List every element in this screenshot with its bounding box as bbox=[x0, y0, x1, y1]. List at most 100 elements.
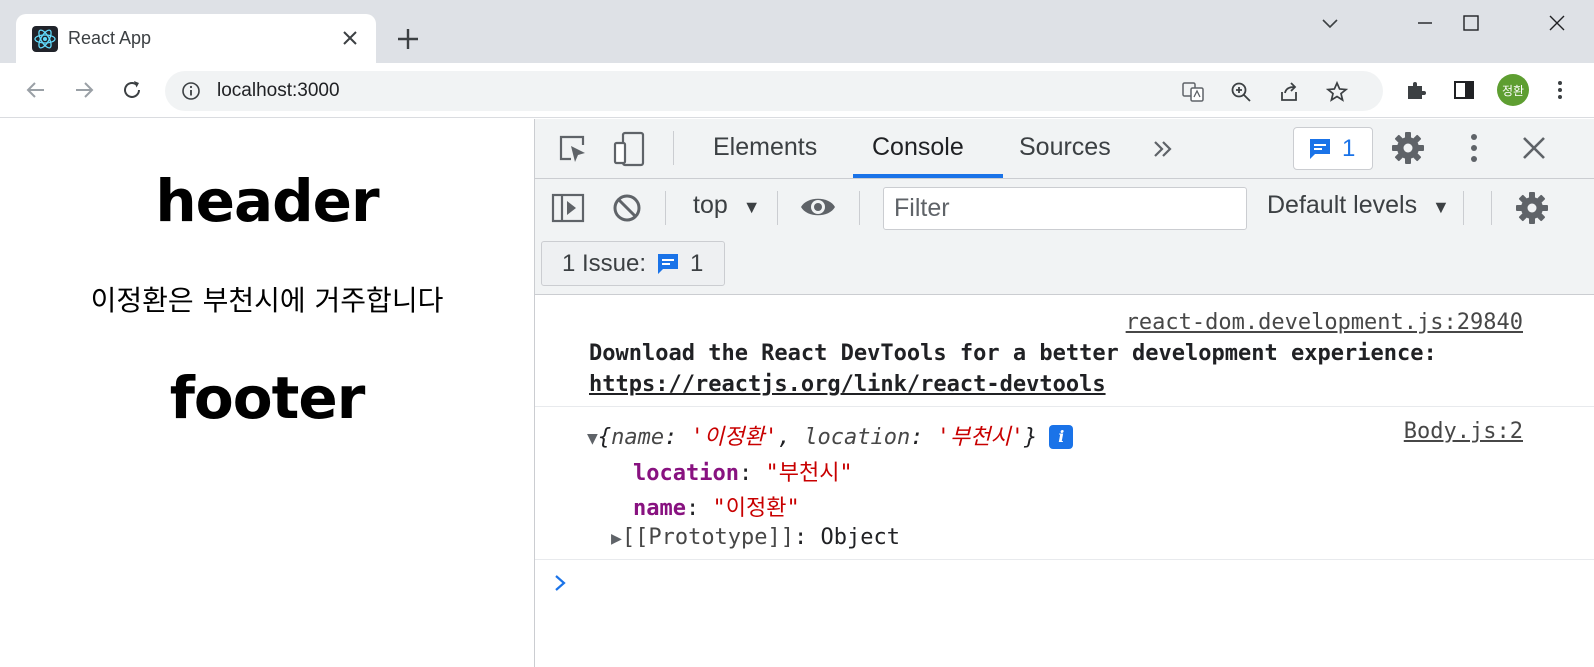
filter-input[interactable] bbox=[883, 187, 1247, 230]
arrow-left-icon bbox=[26, 82, 44, 98]
side-panel-button[interactable] bbox=[1450, 76, 1478, 104]
issues-counter-button[interactable]: 1 bbox=[1293, 127, 1373, 170]
translate-icon[interactable] bbox=[1181, 80, 1205, 104]
log-levels-dropdown[interactable]: Default levels ▼ bbox=[1267, 191, 1450, 220]
tab-elements[interactable]: Elements bbox=[713, 133, 817, 162]
new-tab-icon[interactable] bbox=[394, 25, 422, 53]
source-link[interactable]: Body.js:2 bbox=[1404, 419, 1523, 444]
console-toolbar: top ▼ Default levels ▼ bbox=[535, 179, 1594, 237]
console-prompt-icon[interactable] bbox=[551, 571, 571, 595]
dropdown-arrow-icon: ▼ bbox=[742, 197, 761, 217]
object-summary[interactable]: ▼{name: '이정환', location: '부천시'} i bbox=[587, 419, 1074, 451]
address-bar[interactable]: localhost:3000 bbox=[165, 71, 1383, 111]
colon: : bbox=[738, 461, 766, 486]
minimize-button[interactable] bbox=[1402, 8, 1448, 38]
source-link[interactable]: react-dom.development.js:29840 bbox=[1126, 310, 1523, 335]
tab-sources[interactable]: Sources bbox=[1019, 133, 1111, 162]
console-output: react-dom.development.js:29840 Download … bbox=[535, 296, 1594, 667]
close-devtools-icon[interactable] bbox=[1519, 133, 1549, 163]
arrow-right-icon bbox=[76, 82, 94, 98]
separator bbox=[673, 131, 674, 165]
brace: } bbox=[1023, 425, 1038, 450]
side-panel-icon bbox=[1454, 81, 1474, 99]
message-icon bbox=[658, 253, 679, 274]
react-logo-icon bbox=[32, 25, 58, 52]
profile-avatar[interactable]: 정환 bbox=[1497, 74, 1529, 106]
page-header: header bbox=[155, 167, 379, 235]
maximize-icon bbox=[1463, 15, 1479, 31]
reload-icon bbox=[124, 81, 140, 98]
property-key: location bbox=[633, 461, 739, 486]
close-tab-icon[interactable] bbox=[338, 26, 362, 50]
kebab-menu-icon bbox=[1558, 81, 1562, 99]
message-icon bbox=[1310, 138, 1330, 159]
property-key: name bbox=[633, 496, 686, 521]
issues-button[interactable]: 1 Issue: 1 bbox=[541, 241, 725, 286]
object-property: name: "이정환" bbox=[633, 490, 800, 522]
puzzle-icon bbox=[1408, 82, 1426, 99]
summary-value: '이정환' bbox=[690, 425, 778, 450]
back-button[interactable] bbox=[22, 76, 50, 104]
tab-title: React App bbox=[68, 28, 152, 48]
devtools-tab-bar: Elements Console Sources 1 bbox=[535, 119, 1594, 179]
summary-key: name bbox=[611, 425, 665, 450]
tab-console[interactable]: Console bbox=[872, 133, 964, 162]
context-selector[interactable]: top ▼ bbox=[693, 191, 761, 220]
browser-tab[interactable]: React App bbox=[16, 14, 376, 63]
devtools-menu-icon[interactable] bbox=[1457, 131, 1491, 165]
browser-toolbar: localhost:3000 정환 bbox=[0, 63, 1594, 118]
summary-key: location bbox=[804, 425, 911, 450]
page-footer: footer bbox=[169, 364, 366, 432]
reload-button[interactable] bbox=[118, 76, 146, 104]
active-tab-indicator bbox=[853, 174, 1003, 178]
colon: : bbox=[910, 425, 937, 450]
separator bbox=[1491, 191, 1492, 225]
info-icon[interactable] bbox=[181, 81, 201, 101]
more-tabs-icon[interactable] bbox=[1151, 137, 1175, 161]
separator bbox=[665, 191, 666, 225]
issues-label: 1 Issue: bbox=[562, 249, 647, 277]
minimize-icon bbox=[1418, 22, 1432, 24]
colon: : bbox=[794, 525, 821, 550]
maximize-button[interactable] bbox=[1448, 8, 1494, 38]
expand-triangle-icon[interactable]: ▶ bbox=[611, 528, 622, 549]
info-icon[interactable]: i bbox=[1049, 425, 1074, 449]
comma: , bbox=[777, 425, 805, 450]
forward-button[interactable] bbox=[70, 76, 98, 104]
page-viewport: header 이정환은 부천시에 거주합니다 footer bbox=[0, 119, 534, 667]
bookmark-star-icon[interactable] bbox=[1325, 80, 1349, 104]
eye-icon[interactable] bbox=[799, 193, 837, 221]
tab-search-button[interactable] bbox=[1307, 8, 1353, 38]
chevron-down-icon bbox=[1322, 19, 1338, 29]
console-settings-gear-icon[interactable] bbox=[1515, 191, 1549, 225]
separator bbox=[777, 191, 778, 225]
tab-strip: React App bbox=[0, 0, 1594, 63]
prototype-row[interactable]: ▶[[Prototype]]: Object bbox=[611, 525, 900, 550]
close-window-button[interactable] bbox=[1534, 8, 1580, 38]
summary-value: '부천시' bbox=[936, 425, 1024, 450]
page-body-text: 이정환은 부천시에 거주합니다 bbox=[90, 284, 444, 317]
clear-console-icon[interactable] bbox=[611, 192, 643, 224]
browser-menu-button[interactable] bbox=[1546, 76, 1574, 104]
zoom-icon[interactable] bbox=[1229, 80, 1253, 104]
extensions-button[interactable] bbox=[1402, 76, 1430, 104]
issues-bar: 1 Issue: 1 bbox=[535, 237, 1594, 295]
prototype-value: Object bbox=[820, 525, 901, 550]
object-property: location: "부천시" bbox=[633, 455, 853, 487]
colon: : bbox=[664, 425, 691, 450]
share-icon[interactable] bbox=[1277, 80, 1301, 104]
expand-triangle-icon[interactable]: ▼ bbox=[587, 428, 598, 449]
colon: : bbox=[685, 496, 713, 521]
issues-count: 1 bbox=[1342, 134, 1356, 162]
device-toolbar-icon[interactable] bbox=[613, 131, 647, 167]
settings-gear-icon[interactable] bbox=[1391, 131, 1425, 165]
message-link[interactable]: https://reactjs.org/link/react-devtools bbox=[589, 372, 1106, 397]
dropdown-arrow-icon: ▼ bbox=[1432, 197, 1450, 217]
close-icon bbox=[1549, 15, 1565, 31]
console-message: react-dom.development.js:29840 Download … bbox=[535, 296, 1594, 407]
url-text[interactable]: localhost:3000 bbox=[217, 80, 340, 102]
console-message: Body.js:2 ▼{name: '이정환', location: '부천시'… bbox=[535, 408, 1594, 560]
inspect-element-icon[interactable] bbox=[557, 133, 589, 165]
separator bbox=[1463, 191, 1464, 225]
sidebar-toggle-icon[interactable] bbox=[551, 193, 585, 223]
